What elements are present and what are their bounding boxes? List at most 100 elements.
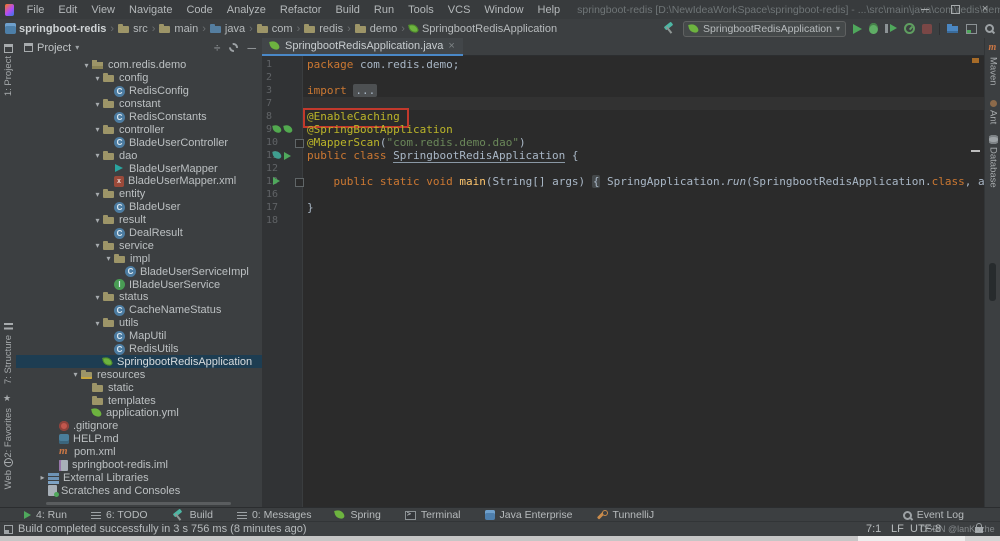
tree-item-com-redis-demo[interactable]: ▾ com.redis.demo (16, 59, 262, 72)
tool-window-button-build[interactable]: Build (172, 509, 213, 522)
tree-item-controller[interactable]: ▾ controller (16, 123, 262, 136)
tree-item-status[interactable]: ▾ status (16, 291, 262, 304)
code-line-18[interactable]: 18 (262, 214, 984, 227)
tree-item-templates[interactable]: templates (16, 394, 262, 407)
tree-item-bladeuserserviceimpl[interactable]: BladeUserServiceImpl (16, 265, 262, 278)
menu-tools[interactable]: Tools (401, 4, 441, 16)
stripe-7-structure[interactable]: 7: Structure (0, 323, 16, 384)
tab-springbootredisapplication[interactable]: SpringbootRedisApplication.java × (262, 38, 463, 56)
tree-item-result[interactable]: ▾ result (16, 214, 262, 227)
chevron-down-icon[interactable]: ▾ (92, 125, 103, 134)
error-stripe-mark[interactable] (972, 58, 979, 63)
tree-item-utils[interactable]: ▾ utils (16, 317, 262, 330)
restore-layout-icon[interactable] (966, 23, 977, 34)
tree-item-bladeusercontroller[interactable]: BladeUserController (16, 136, 262, 149)
spring-gutter-icon[interactable] (273, 125, 282, 134)
editor-area[interactable]: SpringbootRedisApplication.java × 1 packa… (262, 38, 1000, 507)
tree-item-ibladeuserservice[interactable]: IBladeUserService (16, 278, 262, 291)
tree-item-scratches-and-consoles[interactable]: Scratches and Consoles (16, 484, 262, 498)
tree-item-maputil[interactable]: MapUtil (16, 330, 262, 343)
breadcrumb-redis[interactable]: redis (304, 23, 343, 35)
run-button[interactable] (853, 23, 862, 34)
stripe-maven[interactable]: Maven (985, 43, 1000, 86)
menu-file[interactable]: File (20, 4, 52, 16)
menu-code[interactable]: Code (179, 4, 219, 16)
breadcrumb-src[interactable]: src (118, 23, 148, 35)
collapse-all-icon[interactable]: ÷ (214, 41, 221, 55)
tab-close-icon[interactable]: × (448, 40, 454, 52)
tree-item-bladeusermapper-xml[interactable]: BladeUserMapper.xml (16, 175, 262, 188)
chevron-right-icon[interactable]: ▸ (37, 473, 48, 482)
stripe-2-favorites[interactable]: 2: Favorites (0, 393, 16, 458)
search-everywhere-icon[interactable] (984, 23, 996, 35)
tree-item-dao[interactable]: ▾ dao (16, 149, 262, 162)
code-line-3[interactable]: 3 import ... (262, 84, 984, 97)
tree-item-external-libraries[interactable]: ▸ External Libraries (16, 472, 262, 485)
tool-window-button-0-messages[interactable]: 0: Messages (236, 509, 311, 521)
project-settings-icon[interactable] (947, 23, 959, 34)
stripe-1-project[interactable]: 1: Project (0, 44, 16, 96)
gear-icon[interactable] (229, 43, 239, 52)
fold-marker-icon[interactable] (295, 178, 304, 187)
stripe-ant[interactable]: Ant (985, 100, 1000, 124)
menu-vcs[interactable]: VCS (441, 4, 478, 16)
tree-item-impl[interactable]: ▾ impl (16, 252, 262, 265)
chevron-down-icon[interactable]: ▾ (92, 190, 103, 199)
menu-view[interactable]: View (84, 4, 122, 16)
tool-window-button-6-todo[interactable]: 6: TODO (90, 509, 148, 521)
fold-marker-icon[interactable] (295, 139, 304, 148)
profiler-button[interactable] (904, 23, 915, 34)
menu-analyze[interactable]: Analyze (220, 4, 273, 16)
chevron-down-icon[interactable]: ▾ (92, 319, 103, 328)
chevron-down-icon[interactable]: ▾ (92, 216, 103, 225)
tree-item-cachenamestatus[interactable]: CacheNameStatus (16, 304, 262, 317)
run-config-select[interactable]: SpringbootRedisApplication ▾ (682, 20, 846, 37)
tool-window-button-terminal[interactable]: Terminal (404, 509, 461, 521)
horizontal-scrollbar[interactable] (46, 502, 231, 505)
tree-item-static[interactable]: static (16, 381, 262, 394)
menu-window[interactable]: Window (477, 4, 530, 16)
code-line-2[interactable]: 2 (262, 71, 984, 84)
stop-button[interactable] (922, 23, 932, 34)
tree-item-config[interactable]: ▾ config (16, 72, 262, 85)
tool-window-button-java-enterprise[interactable]: Java Enterprise (484, 509, 572, 521)
tool-window-button-spring[interactable]: Spring (335, 509, 380, 521)
tree-item-redisconstants[interactable]: RedisConstants (16, 111, 262, 124)
code-line-11[interactable]: 11 public class SpringbootRedisApplicatio… (262, 149, 984, 163)
tool-window-button-tunnellij[interactable]: TunnelliJ (596, 509, 654, 521)
code-line-17[interactable]: 17} (262, 201, 984, 214)
caret-position[interactable]: 7:1 (866, 523, 881, 535)
event-log-button[interactable]: Event Log (902, 508, 964, 522)
tree-item-redisconfig[interactable]: RedisConfig (16, 85, 262, 98)
tree-item-service[interactable]: ▾ service (16, 239, 262, 252)
tree-item-resources[interactable]: ▾ resources (16, 368, 262, 381)
menu-refactor[interactable]: Refactor (273, 4, 329, 16)
code-line-10[interactable]: 10 @MapperScan("com.redis.demo.dao") (262, 136, 984, 149)
maximize-button[interactable] (940, 0, 970, 19)
tree-item-application-yml[interactable]: application.yml (16, 407, 262, 420)
hide-panel-icon[interactable]: ─ (247, 41, 256, 55)
chevron-down-icon[interactable]: ▾ (81, 61, 92, 70)
breadcrumb-demo[interactable]: demo (354, 23, 397, 35)
menu-build[interactable]: Build (328, 4, 366, 16)
chevron-down-icon[interactable]: ▾ (103, 254, 114, 263)
minimize-button[interactable] (910, 0, 940, 19)
code-line-12[interactable]: 12 (262, 162, 984, 175)
close-button[interactable]: × (970, 0, 1000, 19)
tool-window-switcher-icon[interactable] (4, 525, 13, 534)
tree-item-bladeusermapper[interactable]: BladeUserMapper (16, 162, 262, 175)
chevron-down-icon[interactable]: ▾ (92, 74, 103, 83)
tree-item-constant[interactable]: ▾ constant (16, 98, 262, 111)
menu-edit[interactable]: Edit (51, 4, 84, 16)
chevron-down-icon[interactable]: ▾ (92, 100, 103, 109)
menu-navigate[interactable]: Navigate (122, 4, 179, 16)
tree-item-redisutils[interactable]: RedisUtils (16, 343, 262, 356)
tool-window-button-4-run[interactable]: 4: Run (24, 509, 67, 521)
line-separator[interactable]: LF (891, 523, 904, 535)
code-line-1[interactable]: 1 package com.redis.demo; (262, 58, 984, 71)
breadcrumb-main[interactable]: main (159, 23, 198, 35)
tree-item-gitignore[interactable]: .gitignore (16, 420, 262, 433)
code-line-8[interactable]: 8 @EnableCaching (262, 108, 984, 128)
code-line-9[interactable]: 9 @SpringBootApplication (262, 123, 984, 136)
tree-item-entity[interactable]: ▾ entity (16, 188, 262, 201)
